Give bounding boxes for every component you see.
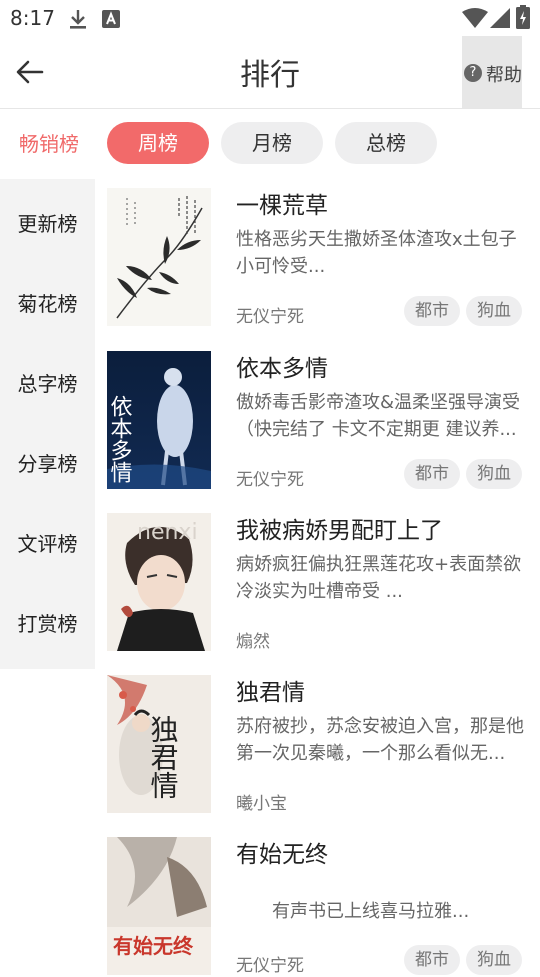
battery-icon: [516, 5, 530, 29]
book-description: 有声书已上线喜马拉雅...: [272, 901, 470, 922]
book-cover: [107, 188, 211, 326]
sidebar-item-share[interactable]: 分享榜: [0, 429, 95, 499]
book-tag: 都市: [404, 459, 460, 489]
book-author: 曦小宝: [236, 794, 287, 814]
cover-title: 有始无终: [113, 934, 194, 958]
signal-icon: [490, 8, 510, 28]
cover-title: 依本多情: [107, 395, 133, 483]
sidebar-item-review[interactable]: 文评榜: [0, 509, 95, 579]
help-label: 帮助: [486, 65, 522, 86]
download-icon: [70, 10, 86, 29]
book-cover: 独君情: [107, 675, 211, 813]
book-cover: 依本多情: [107, 351, 211, 489]
help-icon: ?: [464, 64, 482, 82]
book-description: 病娇疯狂偏执狂黑莲花攻+表面禁欲冷淡实为吐槽帝受 ...: [236, 554, 522, 602]
book-tag: 都市: [404, 296, 460, 326]
book-author: 煽然: [236, 632, 270, 652]
book-tag: 狗血: [466, 296, 522, 326]
wifi-icon: [462, 8, 488, 28]
sidebar-item-reward[interactable]: 打赏榜: [0, 589, 95, 659]
book-title: 依本多情: [236, 356, 328, 382]
tab-weekly[interactable]: 周榜: [107, 122, 209, 164]
tab-monthly[interactable]: 月榜: [221, 122, 323, 164]
book-item[interactable]: 依本多情 依本多情 傲娇毒舌影帝渣攻&温柔坚强导演受（快完结了 卡文不定期更 建…: [107, 351, 537, 491]
cover-title: 独君情: [147, 715, 180, 799]
book-item[interactable]: 一棵荒草 性格恶劣天生撒娇圣体渣攻x土包子小可怜受... 无仪宁死 都市 狗血: [107, 188, 537, 328]
header-bar: 排行 ? 帮助: [0, 36, 540, 109]
status-time: 8:17: [10, 6, 55, 30]
book-tag: 狗血: [466, 945, 522, 975]
book-author: 无仪宁死: [236, 470, 304, 490]
sidebar-item-word-count[interactable]: 总字榜: [0, 349, 95, 419]
book-item[interactable]: 有始无终 有始无终 有声书已上线喜马拉雅... 无仪宁死 都市 狗血: [107, 837, 537, 977]
book-cover: nenxi: [107, 513, 211, 651]
sidebar-item-bestseller[interactable]: 畅销榜: [0, 109, 98, 179]
sidebar-item-chrysanthemum[interactable]: 菊花榜: [0, 269, 95, 339]
sidebar-item-update[interactable]: 更新榜: [0, 189, 95, 259]
book-item[interactable]: 独君情 独君情 苏府被抄，苏念安被迫入宫，那是他第一次见秦曦，一个那么看似无..…: [107, 675, 537, 815]
help-button[interactable]: ? 帮助: [462, 36, 522, 108]
ranking-sidebar: 畅销榜 更新榜 菊花榜 总字榜 分享榜 文评榜 打赏榜: [0, 109, 98, 669]
book-cover: 有始无终: [107, 837, 211, 975]
page-title: 排行: [240, 58, 300, 93]
status-bar: 8:17: [0, 0, 540, 36]
cover-watermark: nenxi: [137, 520, 198, 545]
book-description: 苏府被抄，苏念安被迫入宫，那是他第一次见秦曦，一个那么看似无...: [236, 716, 524, 764]
book-description: 傲娇毒舌影帝渣攻&温柔坚强导演受（快完结了 卡文不定期更 建议养...: [236, 392, 521, 440]
book-tag: 狗血: [466, 459, 522, 489]
book-title: 一棵荒草: [236, 193, 328, 219]
app-notification-icon: [102, 10, 120, 28]
book-author: 无仪宁死: [236, 956, 304, 976]
tab-total[interactable]: 总榜: [335, 122, 437, 164]
book-title: 有始无终: [236, 842, 328, 868]
book-author: 无仪宁死: [236, 307, 304, 327]
book-item[interactable]: nenxi 我被病娇男配盯上了 病娇疯狂偏执狂黑莲花攻+表面禁欲冷淡实为吐槽帝受…: [107, 513, 537, 653]
book-title: 独君情: [236, 680, 305, 706]
book-description: 性格恶劣天生撒娇圣体渣攻x土包子小可怜受...: [236, 229, 517, 277]
book-title: 我被病娇男配盯上了: [236, 518, 443, 544]
book-tag: 都市: [404, 945, 460, 975]
